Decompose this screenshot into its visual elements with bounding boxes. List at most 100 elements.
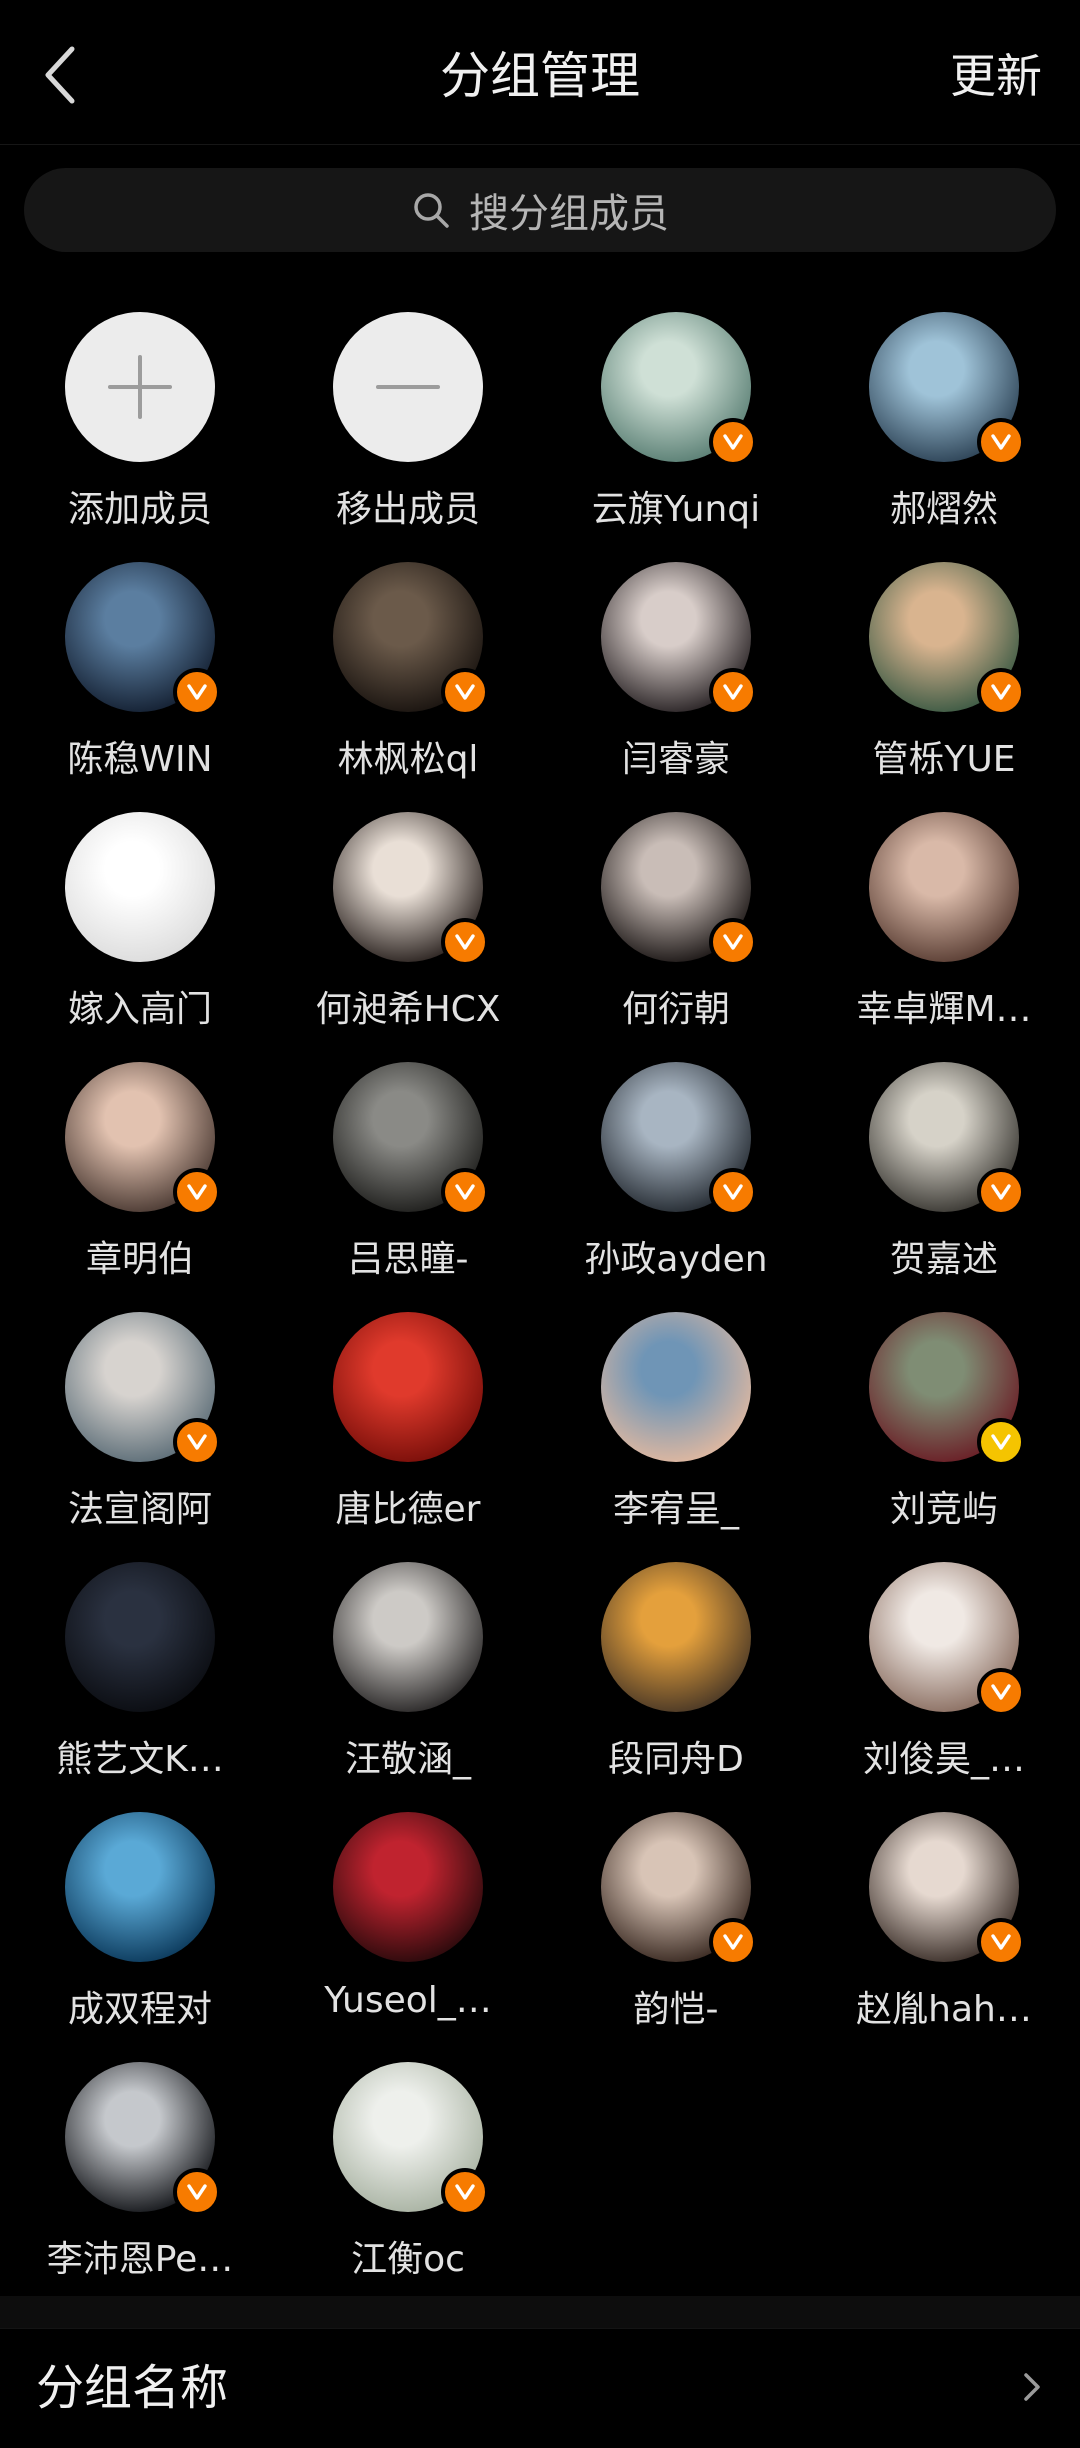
search-icon [414,193,449,228]
member-item[interactable]: 管栎YUE [810,556,1078,806]
search-placeholder: 搜分组成员 [469,191,669,237]
member-item[interactable]: 刘俊昊_… [810,1556,1078,1806]
member-item[interactable]: 成双程对 [6,1806,274,2056]
avatar-container[interactable] [65,1562,215,1712]
member-item[interactable]: Yuseol_… [274,1806,542,2056]
verified-badge-icon [977,668,1025,716]
member-item[interactable]: 汪敬涵_ [274,1556,542,1806]
avatar-container[interactable] [65,2062,221,2216]
member-item[interactable]: 何衍朝 [542,806,810,1056]
member-name: Yuseol_… [324,1980,492,2021]
chevron-right-icon [1024,2373,1040,2401]
avatar[interactable] [65,1812,215,1962]
section-divider [0,2296,1080,2328]
member-item[interactable]: 嫁入高门 [6,806,274,1056]
member-item[interactable]: 李沛恩Pe… [6,2056,274,2306]
add-member-button[interactable]: 添加成员 [6,306,274,556]
avatar-container[interactable] [65,1062,221,1216]
avatar-container[interactable] [601,1312,751,1462]
verified-badge-icon [977,418,1025,466]
avatar-container[interactable] [333,1312,483,1462]
avatar-container[interactable] [869,1562,1025,1716]
member-item[interactable]: 赵胤hah… [810,1806,1078,2056]
member-item[interactable]: 贺嘉述 [810,1056,1078,1306]
avatar[interactable] [601,1312,751,1462]
avatar-container[interactable] [333,562,489,716]
avatar-container[interactable] [869,1812,1025,1966]
action-circle[interactable] [65,312,215,462]
avatar[interactable] [869,812,1019,962]
avatar-container[interactable] [869,562,1025,716]
member-item[interactable]: 章明伯 [6,1056,274,1306]
member-item[interactable]: 郝熠然 [810,306,1078,556]
avatar[interactable] [601,1562,751,1712]
avatar-container[interactable] [333,812,489,966]
member-item[interactable]: 吕思瞳- [274,1056,542,1306]
member-item[interactable]: 何昶希HCX [274,806,542,1056]
member-name: 李沛恩Pe… [46,2239,234,2280]
member-name: 陈稳WIN [67,739,213,780]
member-item[interactable]: 幸卓輝M… [810,806,1078,1056]
avatar[interactable] [333,1812,483,1962]
member-item[interactable]: 孙政ayden [542,1056,810,1306]
avatar-container[interactable] [601,562,757,716]
avatar-container[interactable] [869,312,1025,466]
member-name: 刘竞屿 [889,1489,998,1530]
minus-icon[interactable] [333,312,483,462]
avatar[interactable] [65,1562,215,1712]
plus-icon[interactable] [65,312,215,462]
group-name-label: 分组名称 [36,2360,229,2416]
avatar-container[interactable] [601,812,757,966]
avatar-container[interactable] [869,1062,1025,1216]
member-item[interactable]: 刘竞屿 [810,1306,1078,1556]
update-button[interactable]: 更新 [950,46,1042,106]
avatar-container[interactable] [333,1812,483,1962]
verified-badge-icon [977,1668,1025,1716]
avatar-container[interactable] [601,1562,751,1712]
member-item[interactable]: 江衡oc [274,2056,542,2306]
member-item[interactable]: 熊艺文K… [6,1556,274,1806]
member-item[interactable]: 云旗Yunqi [542,306,810,556]
member-item[interactable]: 闫睿豪 [542,556,810,806]
member-item[interactable]: 段同舟D [542,1556,810,1806]
avatar-container[interactable] [601,1812,757,1966]
avatar-container[interactable] [601,1062,757,1216]
avatar-container[interactable] [333,1062,489,1216]
member-item[interactable]: 陈稳WIN [6,556,274,806]
avatar-container[interactable] [601,312,757,466]
member-item[interactable]: 林枫松ql [274,556,542,806]
avatar[interactable] [333,1312,483,1462]
avatar-container[interactable] [65,812,215,962]
verified-badge-icon [709,668,757,716]
avatar-container[interactable] [333,2062,489,2216]
member-name: 成双程对 [67,1989,212,2030]
member-name: 段同舟D [608,1739,744,1780]
avatar-container[interactable] [333,1562,483,1712]
action-circle[interactable] [333,312,483,462]
member-name: 李宥呈_ [612,1489,739,1530]
member-name: 管栎YUE [872,739,1016,780]
member-item[interactable]: 法宣阁阿 [6,1306,274,1556]
member-item[interactable]: 唐比德er [274,1306,542,1556]
verified-badge-icon [441,2168,489,2216]
verified-badge-icon [709,418,757,466]
avatar-container[interactable] [65,1812,215,1962]
member-item[interactable]: 李宥呈_ [542,1306,810,1556]
member-item[interactable]: 韵恺- [542,1806,810,2056]
avatar-container[interactable] [65,1312,221,1466]
member-name: 吕思瞳- [347,1239,469,1280]
avatar[interactable] [65,812,215,962]
verified-badge-icon [441,668,489,716]
remove-member-button[interactable]: 移出成员 [274,306,542,556]
member-name: 闫睿豪 [621,739,730,780]
action-label: 添加成员 [67,489,212,530]
avatar-container[interactable] [869,812,1019,962]
verified-badge-icon [441,1168,489,1216]
verified-badge-icon [709,1918,757,1966]
avatar[interactable] [333,1562,483,1712]
search-input[interactable]: 搜分组成员 [24,168,1056,252]
group-name-row[interactable]: 分组名称 [0,2328,1080,2448]
avatar-container[interactable] [65,562,221,716]
member-name: 林枫松ql [337,739,479,780]
avatar-container[interactable] [869,1312,1025,1466]
